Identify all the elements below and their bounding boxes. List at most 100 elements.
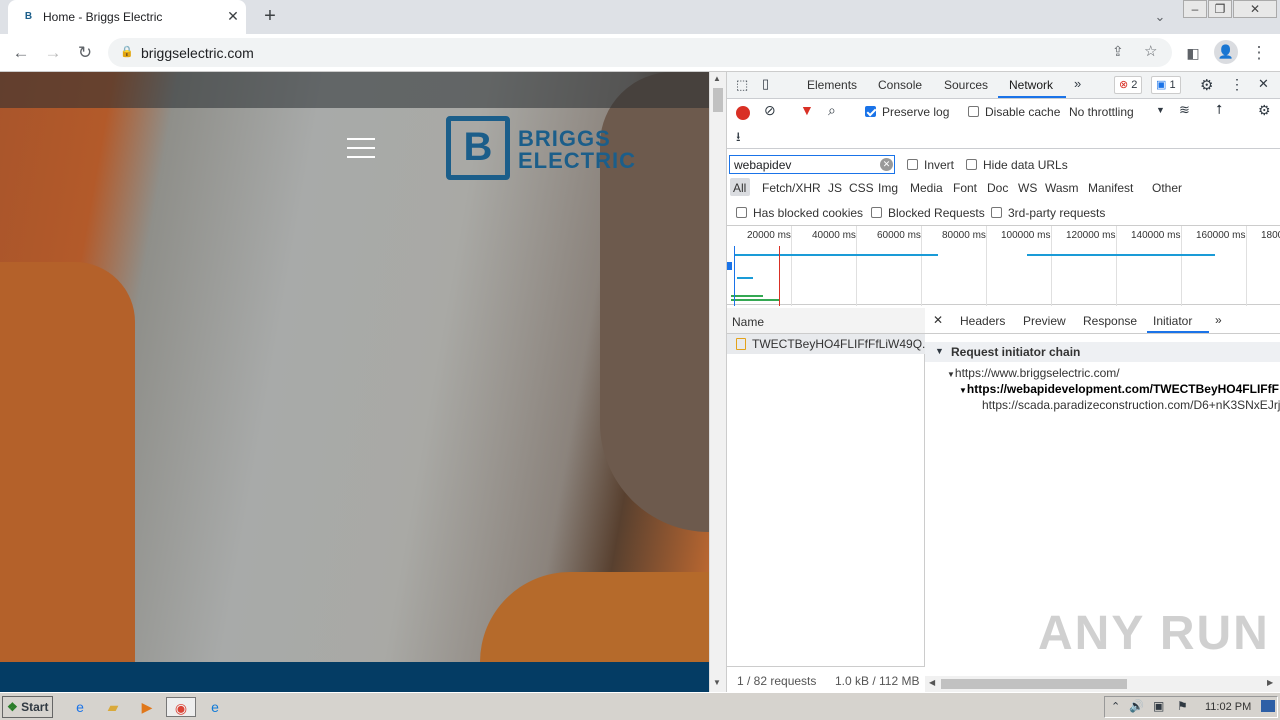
site-logo[interactable]: B BRIGGS ELECTRIC [446,116,666,182]
clear-icon[interactable]: ⊘ [764,102,776,119]
timeline-gridline [1181,226,1182,306]
profile-avatar-icon[interactable]: 👤 [1214,40,1238,64]
tab-close-icon[interactable]: ✕ [224,7,242,25]
start-button[interactable]: ❖ Start [2,696,53,718]
ie-icon[interactable]: e [69,697,91,717]
device-toolbar-icon[interactable]: ▯ [762,76,769,92]
clock[interactable]: 11:02 PM [1205,701,1251,713]
network-timeline[interactable]: 20000 ms 40000 ms 60000 ms 80000 ms 1000… [727,225,1280,306]
menu-kebab-icon[interactable]: ⋮ [1248,42,1270,64]
scroll-thumb[interactable] [713,88,723,112]
type-filter-css[interactable]: CSS [849,181,874,195]
devtools-menu-icon[interactable]: ⋮ [1230,76,1244,93]
inspect-element-icon[interactable]: ⬚ [736,77,748,93]
forward-arrow-icon[interactable]: → [42,42,64,64]
chrome-taskbar-icon[interactable]: ◉ [166,697,196,717]
network-settings-icon[interactable]: ⚙ [1258,102,1271,119]
volume-icon[interactable]: 🔊 [1129,699,1144,713]
filter-icon[interactable]: ▼ [800,102,814,118]
scroll-left-icon[interactable]: ◀ [929,678,935,687]
address-bar[interactable]: 🔒 briggselectric.com ⇪ ☆ [108,38,1172,67]
scroll-down-icon[interactable]: ▼ [713,678,721,687]
tab-console[interactable]: Console [878,78,922,92]
timeline-gridline [856,226,857,306]
settings-gear-icon[interactable]: ⚙ [1200,76,1213,94]
explorer-folder-icon[interactable]: ▰ [102,697,124,717]
initiator-section-header[interactable]: ▼ Request initiator chain [925,342,1280,362]
chain-url: https://scada.paradizeconstruction.com/D… [982,398,1280,412]
export-har-icon[interactable]: ⭳ [736,128,741,150]
type-filter-doc[interactable]: Doc [987,181,1008,195]
chevron-down-icon[interactable]: ▼ [1156,105,1165,115]
new-tab-button[interactable]: + [258,6,282,28]
window-close-button[interactable]: ✕ [1233,0,1277,18]
hide-data-urls-checkbox[interactable] [966,159,977,170]
restore-button[interactable]: ❐ [1208,0,1232,18]
side-panel-icon[interactable]: ◧ [1182,42,1204,64]
tray-expand-icon[interactable]: ⌃ [1111,700,1120,713]
horizontal-scroll-thumb[interactable] [941,679,1127,689]
edge-icon[interactable]: e [204,697,226,717]
system-tray: ⌃ 🔊 ▣ ⚑ 11:02 PM [1104,696,1278,718]
blocked-cookies-checkbox[interactable] [736,207,747,218]
chain-item-root[interactable]: ▼https://www.briggselectric.com/ [947,366,1280,380]
browser-tab[interactable]: B Home - Briggs Electric ✕ [8,0,246,34]
network-conditions-icon[interactable]: ≋ [1179,102,1190,118]
flag-icon[interactable]: ⚑ [1177,699,1188,713]
show-desktop-icon[interactable] [1261,700,1275,712]
blocked-requests-checkbox[interactable] [871,207,882,218]
minimize-button[interactable]: – [1183,0,1207,18]
tab-initiator[interactable]: Initiator [1153,314,1192,328]
type-filter-all[interactable]: All [733,181,746,195]
logo-mark-icon: B [446,116,510,180]
type-filter-ws[interactable]: WS [1018,181,1037,195]
network-icon[interactable]: ▣ [1153,699,1164,713]
errors-badge[interactable]: ⊗ 2 [1114,76,1143,94]
close-detail-icon[interactable]: ✕ [933,313,943,327]
import-har-icon[interactable]: ⭡ [1216,102,1222,118]
request-row[interactable]: TWECTBeyHO4FLIFfFfLiW49Q... [727,334,932,354]
more-detail-tabs-icon[interactable]: » [1215,313,1222,327]
tab-preview[interactable]: Preview [1023,314,1066,328]
third-party-checkbox[interactable] [991,207,1002,218]
preserve-log-checkbox[interactable] [865,106,876,117]
disable-cache-checkbox[interactable] [968,106,979,117]
more-tabs-icon[interactable]: » [1074,76,1081,91]
type-filter-wasm[interactable]: Wasm [1045,181,1079,195]
scroll-up-icon[interactable]: ▲ [713,74,721,83]
bookmark-star-icon[interactable]: ☆ [1144,42,1157,60]
type-filter-js[interactable]: JS [828,181,842,195]
type-filter-fetch[interactable]: Fetch/XHR [762,181,821,195]
tab-elements[interactable]: Elements [807,78,857,92]
tab-headers[interactable]: Headers [960,314,1005,328]
reload-icon[interactable]: ↻ [74,42,96,64]
messages-badge[interactable]: ▣ 1 [1151,76,1181,94]
network-toolbar: ⊘ ▼ ⌕ Preserve log Disable cache No thro… [727,99,1280,149]
tab-search-icon[interactable]: ⌄ [1149,6,1171,28]
chain-item-selected[interactable]: ▼https://webapidevelopment.com/TWECTBeyH… [959,382,1280,396]
tab-network[interactable]: Network [1009,78,1053,92]
throttling-select[interactable]: No throttling [1069,105,1134,119]
type-filter-other[interactable]: Other [1152,181,1182,195]
share-icon[interactable]: ⇪ [1112,43,1124,60]
type-filter-media[interactable]: Media [910,181,943,195]
name-column-header[interactable]: Name [727,308,925,334]
type-filter-font[interactable]: Font [953,181,977,195]
search-icon[interactable]: ⌕ [828,102,836,119]
type-filter-img[interactable]: Img [878,181,898,195]
hamburger-menu-icon[interactable] [347,138,375,158]
record-icon[interactable] [736,106,750,120]
detail-horizontal-scrollbar[interactable]: ◀ ▶ [925,676,1280,692]
media-player-icon[interactable]: ▶ [136,697,158,717]
tab-sources[interactable]: Sources [944,78,988,92]
clear-filter-icon[interactable]: ✕ [880,158,893,171]
page-scrollbar[interactable]: ▲ ▼ [709,72,726,692]
invert-checkbox[interactable] [907,159,918,170]
devtools-close-icon[interactable]: ✕ [1258,76,1269,92]
filter-input[interactable]: webapidev ✕ [729,155,895,174]
tab-response[interactable]: Response [1083,314,1137,328]
back-arrow-icon[interactable]: ← [10,42,32,64]
type-filter-manifest[interactable]: Manifest [1088,181,1133,195]
scroll-right-icon[interactable]: ▶ [1267,678,1273,687]
chain-item-child[interactable]: https://scada.paradizeconstruction.com/D… [982,398,1280,412]
